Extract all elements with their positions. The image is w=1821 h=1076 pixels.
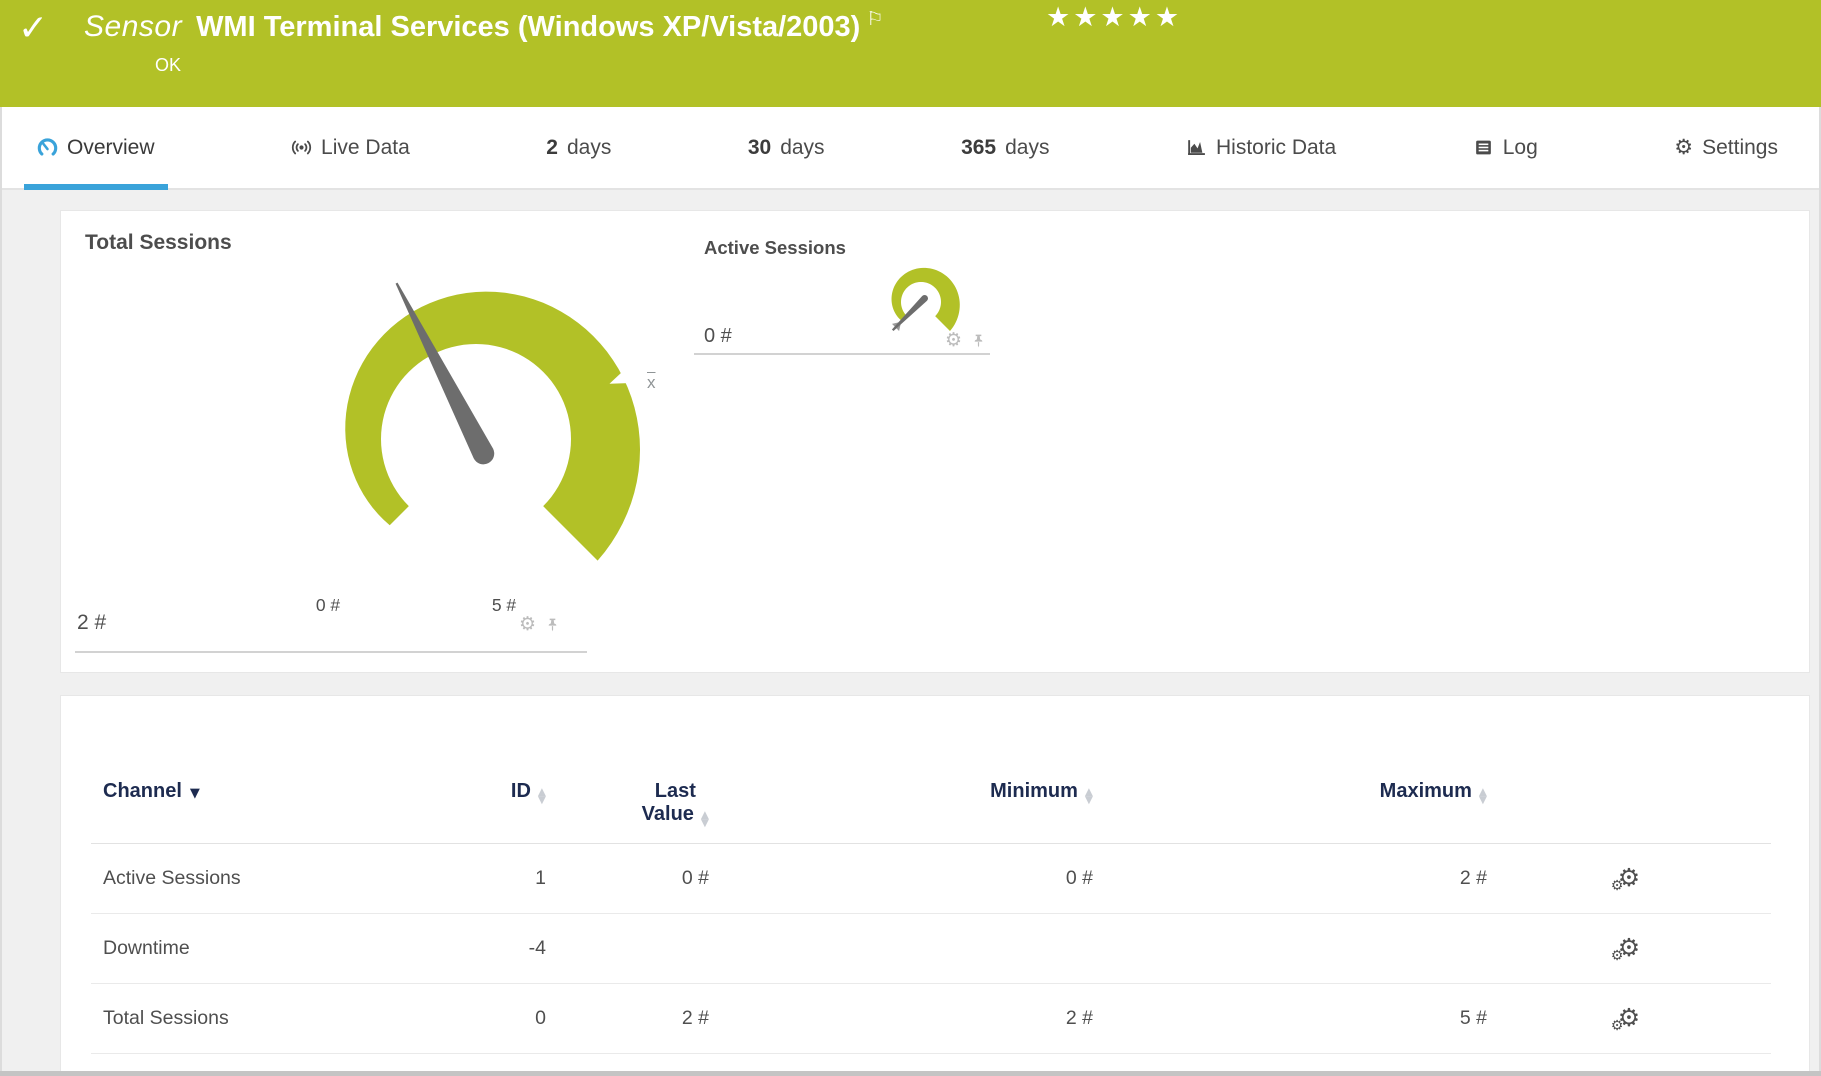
- gauge-block-underline: [75, 651, 587, 653]
- channel-settings-gears-icon[interactable]: ⚙⚙: [1618, 935, 1640, 962]
- tab-live-data[interactable]: Live Data: [278, 107, 423, 188]
- gauges-panel: Total Sessions x 0 # 5 # 2 # ⚙ Active Se…: [60, 210, 1810, 673]
- cell-id: -4: [341, 937, 546, 960]
- tab-historic-data[interactable]: Historic Data: [1173, 107, 1349, 188]
- gauge-block-underline: [694, 353, 990, 355]
- table-row-active-sessions: Active Sessions 1 0 # 0 # 2 # ⚙⚙: [91, 844, 1771, 914]
- channel-name-link[interactable]: Downtime: [91, 937, 341, 960]
- cell-minimum: 0 #: [709, 867, 1093, 890]
- tab-overview[interactable]: Overview: [24, 107, 168, 188]
- cell-last-value: 0 #: [546, 867, 709, 890]
- channel-settings-gear-icon[interactable]: ⚙: [519, 615, 536, 634]
- gauge-title-total-sessions: Total Sessions: [85, 231, 232, 255]
- status-badge: OK: [155, 55, 181, 76]
- sort-icons: ▲▼: [1085, 788, 1093, 804]
- column-label: Minimum: [990, 780, 1078, 802]
- sort-icons: ▲▼: [1479, 788, 1487, 804]
- tab-label: days: [567, 136, 611, 160]
- gauge-title-active-sessions: Active Sessions: [704, 237, 846, 259]
- tab-2-days[interactable]: 2 days: [533, 107, 624, 188]
- column-header-last-value[interactable]: Last Value ▲▼: [546, 780, 709, 827]
- priority-stars[interactable]: ★★★★★: [1046, 2, 1182, 33]
- object-kind-label: Sensor: [84, 10, 182, 43]
- window-bottom-edge: [0, 1071, 1821, 1076]
- column-header-maximum[interactable]: Maximum ▲▼: [1093, 780, 1487, 804]
- column-header-minimum[interactable]: Minimum ▲▼: [709, 780, 1093, 804]
- tab-number: 30: [748, 136, 771, 160]
- tab-label: days: [1005, 136, 1049, 160]
- column-label: ID: [511, 780, 531, 802]
- column-label: Maximum: [1380, 780, 1472, 802]
- cell-maximum: 2 #: [1093, 867, 1487, 890]
- table-row-downtime: Downtime -4 ⚙⚙: [91, 914, 1771, 984]
- table-row-total-sessions: Total Sessions 0 2 # 2 # 5 # ⚙⚙: [91, 984, 1771, 1054]
- log-icon: [1473, 137, 1494, 158]
- pin-icon[interactable]: [971, 333, 986, 349]
- tab-number: 365: [961, 136, 996, 160]
- column-label: Value: [642, 803, 694, 825]
- average-marker-label: x: [647, 373, 656, 393]
- gear-icon: ⚙: [1674, 137, 1693, 158]
- channel-settings-gears-icon[interactable]: ⚙⚙: [1618, 865, 1640, 892]
- total-sessions-gauge: [271, 249, 691, 589]
- gauge-min-label: 0 #: [293, 595, 363, 616]
- tab-label: Log: [1503, 136, 1538, 160]
- channels-table: Channel ▼ ID ▲▼ Last Value ▲▼ Minimum ▲▼ Max…: [91, 696, 1771, 1054]
- tab-settings[interactable]: ⚙ Settings: [1661, 107, 1791, 188]
- cell-id: 1: [341, 867, 546, 890]
- active-tab-underline: [24, 184, 168, 190]
- prtg-sensor-window: ✓ Sensor WMI Terminal Services (Windows X…: [0, 0, 1821, 1076]
- cell-maximum: 5 #: [1093, 1007, 1487, 1030]
- sort-desc-icon: ▼: [190, 786, 200, 801]
- channel-name-link[interactable]: Active Sessions: [91, 867, 341, 890]
- window-left-edge: [0, 107, 2, 1076]
- tab-label: days: [780, 136, 824, 160]
- pin-icon[interactable]: [545, 617, 560, 633]
- tab-30-days[interactable]: 30 days: [735, 107, 838, 188]
- tab-365-days[interactable]: 365 days: [948, 107, 1062, 188]
- total-sessions-current-value: 2 #: [77, 611, 106, 635]
- active-sessions-current-value: 0 #: [704, 325, 732, 348]
- sensor-title: WMI Terminal Services (Windows XP/Vista/…: [196, 11, 860, 43]
- column-label: Last: [655, 780, 696, 803]
- channel-settings-gears-icon[interactable]: ⚙⚙: [1618, 1005, 1640, 1032]
- cell-minimum: 2 #: [709, 1007, 1093, 1030]
- table-header-row: Channel ▼ ID ▲▼ Last Value ▲▼ Minimum ▲▼ Max…: [91, 696, 1771, 844]
- sensor-status-header: ✓ Sensor WMI Terminal Services (Windows X…: [0, 0, 1821, 107]
- tab-label: Settings: [1702, 136, 1778, 160]
- status-ok-check-icon: ✓: [18, 8, 48, 49]
- cell-last-value: 2 #: [546, 1007, 709, 1030]
- channel-settings-gear-icon[interactable]: ⚙: [945, 331, 962, 350]
- channels-table-panel: Channel ▼ ID ▲▼ Last Value ▲▼ Minimum ▲▼ Max…: [60, 695, 1810, 1071]
- flag-icon[interactable]: ⚐: [866, 8, 883, 30]
- tab-label: Live Data: [321, 136, 410, 160]
- tab-bar: Overview Live Data 2 days 30 days 365 da…: [0, 107, 1821, 190]
- column-header-channel[interactable]: Channel ▼: [91, 780, 341, 803]
- channel-name-link[interactable]: Total Sessions: [91, 1007, 341, 1030]
- sort-icons: ▲▼: [701, 811, 709, 827]
- cell-id: 0: [341, 1007, 546, 1030]
- column-header-id[interactable]: ID ▲▼: [341, 780, 546, 804]
- area-chart-icon: [1186, 137, 1207, 158]
- tab-log[interactable]: Log: [1460, 107, 1551, 188]
- tab-label: Overview: [67, 136, 155, 160]
- gauge-icon: [37, 137, 58, 158]
- sort-icons: ▲▼: [538, 788, 546, 804]
- column-label: Channel: [103, 780, 182, 802]
- live-data-icon: [291, 137, 312, 158]
- tab-number: 2: [546, 136, 558, 160]
- tab-label: Historic Data: [1216, 136, 1336, 160]
